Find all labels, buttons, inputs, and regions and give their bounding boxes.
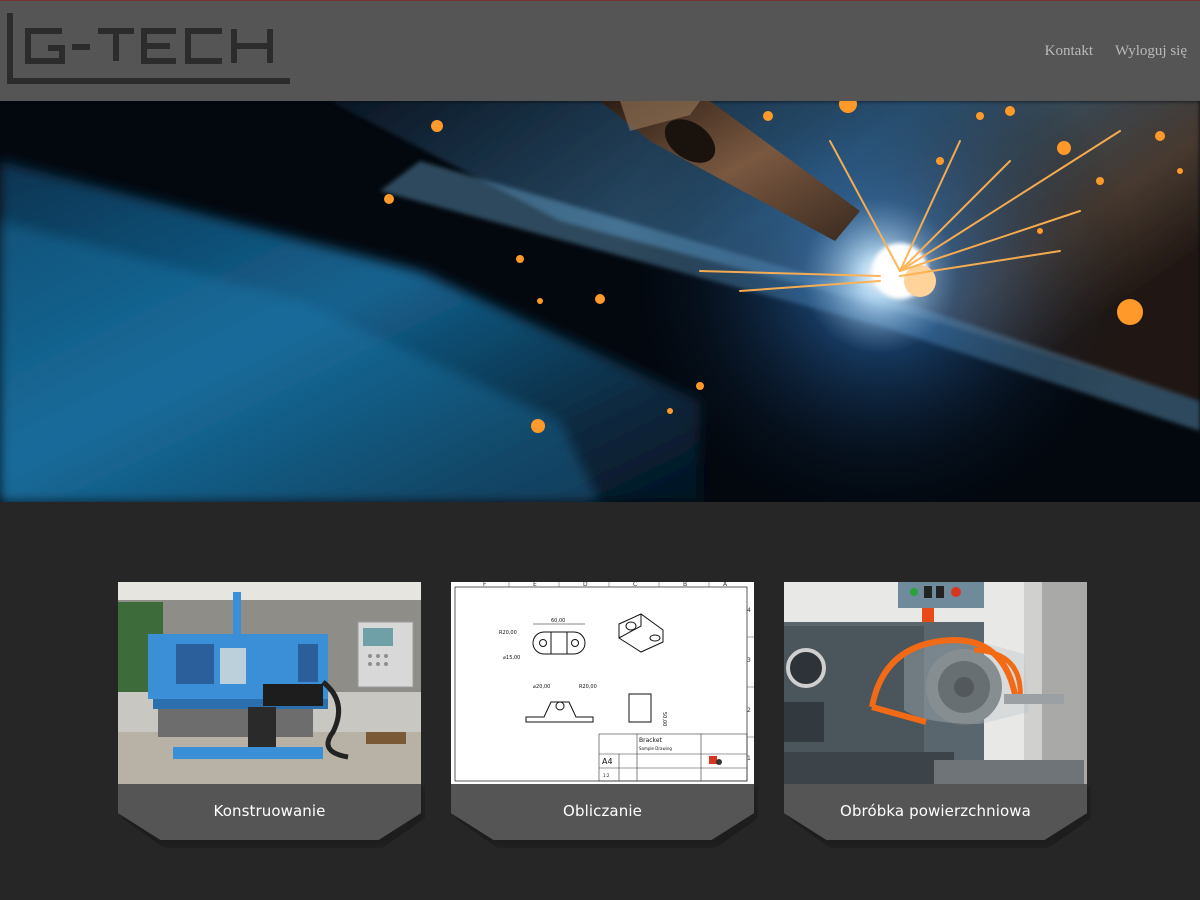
service-card-obrobka[interactable]: Obróbka powierzchniowa [784,582,1087,840]
dim-label: R20,00 [579,684,597,690]
dim-label: R20,00 [499,630,517,636]
nav-logout-link[interactable]: Wyloguj się [1115,43,1187,60]
service-card-obliczanie[interactable]: FEDCBA 4321 60,00 R20,00 ⌀15,00 ⌀20,00 R… [451,582,754,840]
service-card-konstruowanie[interactable]: Konstruowanie [118,582,421,840]
service-caption: Obliczanie [451,784,754,840]
service-label: Obliczanie [563,802,642,820]
dim-label: 50,00 [661,712,667,726]
service-caption: Konstruowanie [118,784,421,840]
lathe-chuck-image [784,582,1087,784]
service-label: Obróbka powierzchniowa [840,802,1031,820]
svg-text:B: B [683,582,687,588]
site-logo[interactable] [6,11,296,87]
svg-text:E: E [533,582,537,588]
svg-text:D: D [583,582,588,588]
top-nav: Kontakt Wyloguj się [1045,43,1187,60]
page: Kontakt Wyloguj się Konstruowanie F E D … [0,0,1200,900]
svg-text:1: 1 [747,755,751,762]
title-block-scale: 1:2 [603,773,610,778]
svg-text:C: C [633,582,637,588]
title-block-size: A4 [602,757,613,766]
site-header: Kontakt Wyloguj się [0,0,1200,101]
nav-kontakt-link[interactable]: Kontakt [1045,43,1093,60]
dim-label: ⌀15,00 [503,655,520,661]
milling-machine-image [118,582,421,784]
svg-text:F: F [483,582,487,588]
title-block-part: Bracket [639,737,663,744]
technical-drawing-image: FEDCBA 4321 60,00 R20,00 ⌀15,00 ⌀20,00 R… [451,582,754,784]
welding-sparks-image [0,101,1200,502]
dim-label: ⌀20,00 [533,684,550,690]
dim-label: 60,00 [551,618,565,624]
g-tech-logo-icon [7,13,290,84]
services-section: Konstruowanie FEDCBA 4321 60,00 R20,00 ⌀… [0,502,1200,900]
svg-text:4: 4 [747,607,751,614]
hero-banner [0,101,1200,502]
service-label: Konstruowanie [213,802,326,820]
svg-text:2: 2 [747,707,751,714]
title-block-subtitle: Sample Drawing [639,746,672,751]
svg-text:3: 3 [747,657,751,664]
service-caption: Obróbka powierzchniowa [784,784,1087,840]
